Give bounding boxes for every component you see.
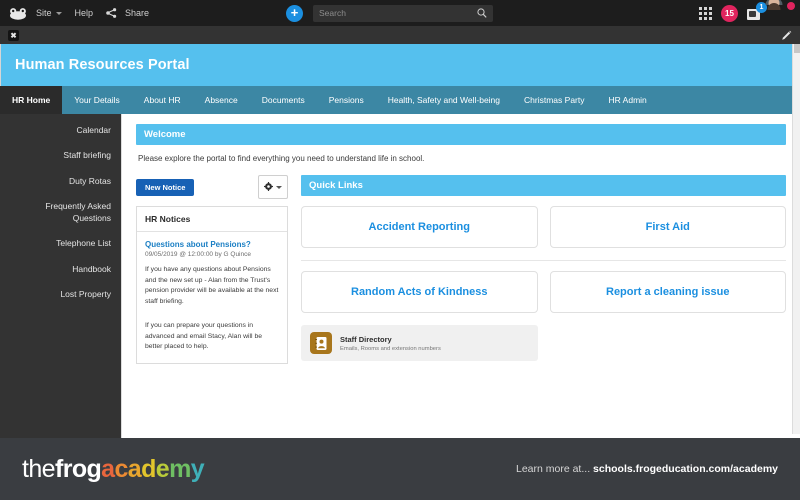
search-icon[interactable] <box>477 8 487 18</box>
share-icon <box>106 8 117 18</box>
quick-links-grid-bottom: Random Acts of Kindness Report a cleanin… <box>301 271 786 313</box>
notice-paragraph-1: If you have any questions about Pensions… <box>145 266 279 305</box>
site-menu[interactable]: Site <box>36 8 62 18</box>
footer-url[interactable]: schools.frogeducation.com/academy <box>593 463 778 475</box>
sidebar-item-staff-briefing[interactable]: Staff briefing <box>0 143 121 168</box>
add-button[interactable]: + <box>286 4 303 22</box>
frog-logo-icon[interactable] <box>8 6 28 20</box>
staff-directory-texts: Staff Directory Emails, Rooms and extens… <box>340 335 441 352</box>
close-icon[interactable]: ✖ <box>8 29 19 41</box>
notice-meta: 09/05/2019 @ 12:00:00 by G Quince <box>145 251 251 258</box>
scrollbar-thumb[interactable] <box>794 44 800 53</box>
staff-directory-title: Staff Directory <box>340 334 392 344</box>
staff-directory-subtitle: Emails, Rooms and extension numbers <box>340 345 441 352</box>
chevron-down-icon <box>276 185 282 189</box>
notices-settings-button[interactable] <box>258 175 288 199</box>
sidebar-item-lost-property[interactable]: Lost Property <box>0 282 121 307</box>
tab-health-safety-wellbeing[interactable]: Health, Safety and Well-being <box>376 86 512 114</box>
new-notice-button[interactable]: New Notice <box>136 178 195 196</box>
messages-button[interactable]: 1 <box>747 2 767 22</box>
gear-icon <box>264 178 273 196</box>
logo-frog: frog <box>54 454 102 483</box>
logo-letter-m: m <box>169 454 191 483</box>
notice-item: Questions about Pensions? 09/05/2019 @ 1… <box>137 232 287 363</box>
content-columns: New Notice HR Notices Questions about Pe… <box>136 175 786 364</box>
quick-link-accident-reporting[interactable]: Accident Reporting <box>301 206 538 248</box>
page-scrollbar[interactable] <box>792 44 800 434</box>
notices-toolbar: New Notice <box>136 175 288 199</box>
logo-letter-c: c <box>114 454 128 483</box>
quick-links-divider <box>301 260 786 261</box>
hr-notices-title: HR Notices <box>137 207 287 232</box>
tab-about-hr[interactable]: About HR <box>132 86 193 114</box>
avatar-status-dot <box>787 2 795 10</box>
logo-letter-a: a <box>101 454 115 483</box>
notices-column: New Notice HR Notices Questions about Pe… <box>136 175 288 364</box>
quick-links-column: Quick Links Accident Reporting First Aid… <box>301 175 786 364</box>
app-window: Site Help Share + Search 15 1 ✖ Human Re… <box>0 0 800 500</box>
search-input[interactable] <box>319 8 477 18</box>
edit-pencil-icon[interactable] <box>781 30 792 41</box>
logo-academy: academy <box>101 455 204 484</box>
site-nav-tabs: HR Home Your Details About HR Absence Do… <box>0 86 800 114</box>
footer-learn-more-prefix: Learn more at... <box>515 463 594 475</box>
frog-academy-logo: the frog academy <box>22 454 205 484</box>
help-menu-label: Help <box>74 8 94 18</box>
sidebar-item-duty-rotas[interactable]: Duty Rotas <box>0 169 121 194</box>
sidebar: Calendar Staff briefing Duty Rotas Frequ… <box>0 114 121 452</box>
global-top-bar: Site Help Share + Search 15 1 <box>0 0 800 26</box>
help-menu[interactable]: Help <box>75 8 94 18</box>
notifications-badge[interactable]: 15 <box>721 4 738 22</box>
quick-link-staff-directory[interactable]: Staff Directory Emails, Rooms and extens… <box>301 325 538 361</box>
logo-the: the <box>22 454 56 483</box>
tab-hr-admin[interactable]: HR Admin <box>597 86 659 114</box>
contact-card-icon <box>310 332 332 354</box>
logo-letter-e: e <box>155 454 170 483</box>
logo-letter-a: a <box>127 454 142 483</box>
tab-documents[interactable]: Documents <box>250 86 317 114</box>
notice-title-link[interactable]: Questions about Pensions? <box>145 240 279 249</box>
top-bar-center-group: + <box>286 0 493 26</box>
share-menu[interactable]: Share <box>106 8 149 18</box>
page-body: Calendar Staff briefing Duty Rotas Frequ… <box>0 114 800 452</box>
footer-learn-more: Learn more at... schools.frogeducation.c… <box>516 463 778 475</box>
quick-links-grid-top: Accident Reporting First Aid <box>301 206 786 248</box>
tab-pensions[interactable]: Pensions <box>317 86 376 114</box>
page-banner: Human Resources Portal <box>0 44 800 86</box>
logo-letter-y: y <box>190 454 205 483</box>
quick-link-random-acts-of-kindness[interactable]: Random Acts of Kindness <box>301 271 538 313</box>
share-menu-label: Share <box>125 8 150 18</box>
chevron-down-icon <box>55 11 62 15</box>
sidebar-item-faq[interactable]: Frequently Asked Questions <box>0 194 121 231</box>
apps-grid-icon[interactable] <box>699 6 712 20</box>
quick-link-report-a-cleaning-issue[interactable]: Report a cleaning issue <box>549 271 786 313</box>
sidebar-item-telephone-list[interactable]: Telephone List <box>0 231 121 256</box>
page-edit-bar: ✖ <box>0 26 800 44</box>
site-menu-label: Site <box>36 8 52 18</box>
welcome-text: Please explore the portal to find everyt… <box>138 154 425 163</box>
sidebar-item-handbook[interactable]: Handbook <box>0 257 121 282</box>
tab-absence[interactable]: Absence <box>193 86 250 114</box>
notice-paragraph-2: If you can prepare your questions in adv… <box>145 322 263 351</box>
page-footer: the frog academy Learn more at... schools.… <box>0 438 800 500</box>
tab-your-details[interactable]: Your Details <box>62 86 132 114</box>
logo-letter-d: d <box>141 454 156 483</box>
quick-link-first-aid[interactable]: First Aid <box>549 206 786 248</box>
top-bar-right-group: 15 1 <box>699 0 795 26</box>
welcome-panel-header: Welcome <box>136 124 786 145</box>
main-content: Welcome Please explore the portal to fin… <box>121 114 800 452</box>
avatar[interactable] <box>765 0 795 23</box>
tab-hr-home[interactable]: HR Home <box>0 86 63 114</box>
quick-links-header: Quick Links <box>301 175 786 196</box>
sidebar-item-calendar[interactable]: Calendar <box>0 118 121 143</box>
page-title: Human Resources Portal <box>15 57 190 73</box>
hr-notices-panel: HR Notices Questions about Pensions? 09/… <box>136 206 288 364</box>
search-box[interactable] <box>313 4 493 22</box>
tab-christmas-party[interactable]: Christmas Party <box>512 86 596 114</box>
